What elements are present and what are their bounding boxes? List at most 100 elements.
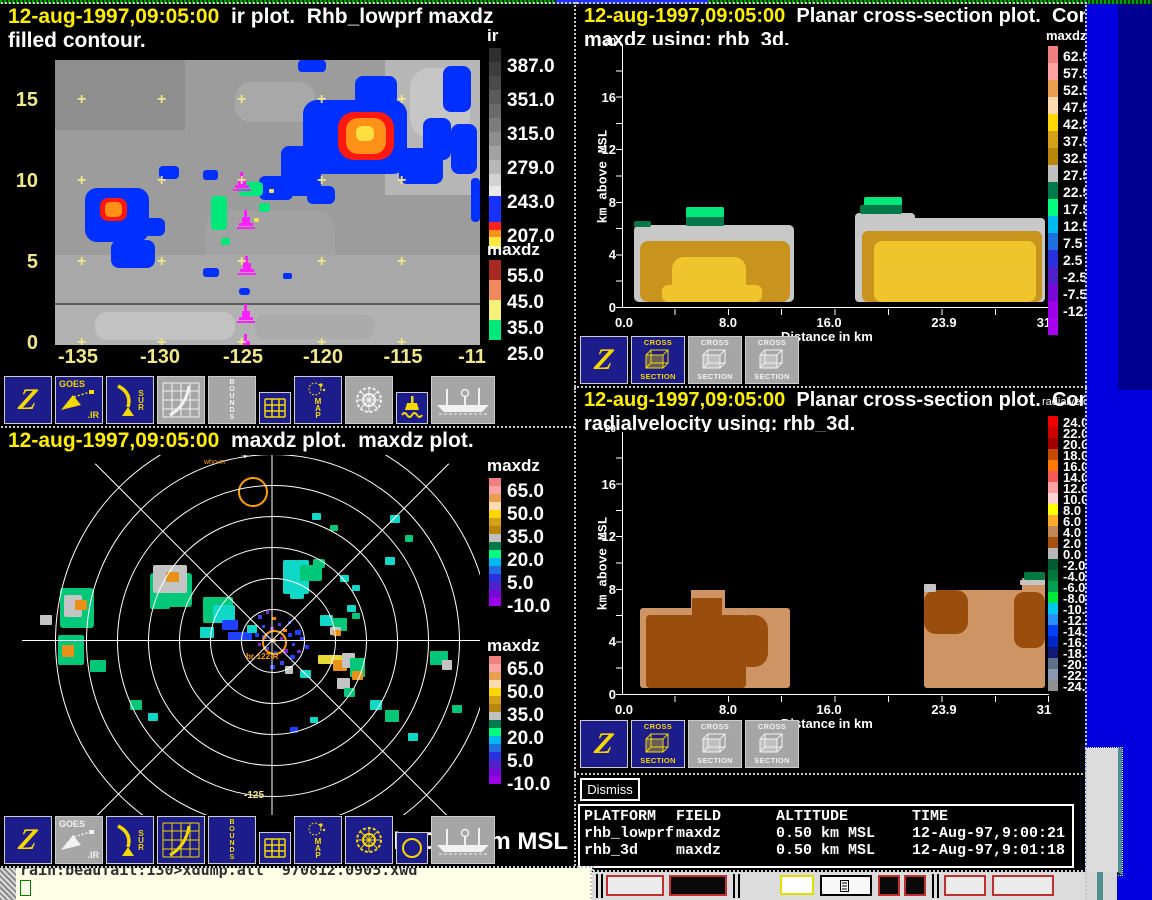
xs1-ytick: 20	[588, 37, 616, 48]
xs1-plot-area[interactable]	[622, 45, 1049, 308]
ir-colorbar-ticks: 387.0351.0315.0279.0243.0207.0	[507, 50, 555, 254]
colorbar-segment	[1048, 504, 1058, 515]
grid-cross-mark: +	[397, 172, 406, 190]
buoy-button[interactable]	[396, 392, 428, 424]
cross-section-button-active[interactable]: CROSS SECTION	[631, 720, 685, 768]
colorbar-segment	[1048, 581, 1058, 592]
help-button[interactable]	[944, 875, 986, 896]
xs2-xtick: 31	[1037, 702, 1051, 717]
grip-handle[interactable]	[596, 874, 603, 898]
colorbar-segment	[1048, 80, 1058, 97]
hrs-button[interactable]	[820, 875, 872, 896]
xs1-y-tickmarks	[616, 45, 622, 309]
ir-satellite-plot-area[interactable]: ++++++++++++++++++++	[55, 60, 480, 345]
cross-section-button-active[interactable]: CROSS SECTION	[631, 336, 685, 384]
bounds-label: BOUNDS	[229, 379, 234, 421]
cross-label: CROSS	[758, 339, 786, 347]
grid-cross-mark: +	[237, 334, 246, 345]
goes-satellite-icon	[59, 830, 99, 850]
colorbar-segment	[489, 680, 501, 688]
grid-overlay-button[interactable]	[259, 392, 291, 424]
colorbar-tick-label: -10.0	[507, 773, 550, 796]
colorbar-segment	[1048, 570, 1058, 581]
colorbar-segment	[489, 704, 501, 712]
goes-ir-button[interactable]: GOES .IR	[55, 816, 103, 864]
status-cell: 12-Aug-97,9:00:21	[912, 825, 1065, 842]
grip-handle[interactable]	[932, 874, 939, 898]
colorbar-segment	[489, 104, 501, 118]
compass-button[interactable]	[345, 816, 393, 864]
circle-tool-button[interactable]	[396, 832, 428, 864]
zebra-logo-button[interactable]: Z	[580, 720, 628, 768]
ir-xtick: -115	[384, 346, 423, 369]
plot-blob	[634, 221, 651, 227]
plot-blob	[105, 202, 122, 217]
xs2-y-axis	[622, 432, 623, 695]
step-forward-button[interactable]	[904, 875, 926, 896]
grid-cross-mark: +	[317, 253, 326, 271]
zebra-logo-button[interactable]: Z	[4, 376, 52, 424]
radar-grid-button[interactable]	[157, 816, 205, 864]
ir-colorbar	[489, 48, 501, 249]
compass-button[interactable]	[345, 376, 393, 424]
radar-grid-button[interactable]	[157, 376, 205, 424]
xs2-ytick: 4	[588, 634, 616, 649]
real-time-button[interactable]	[606, 875, 664, 896]
ir-title: 12-aug-1997,09:05:00 ir plot. Rhb_lowprf…	[8, 5, 493, 29]
section-label: SECTION	[754, 373, 789, 381]
plot-blob	[255, 315, 375, 339]
skip-value-input[interactable]	[780, 875, 814, 895]
zebra-logo-button[interactable]: Z	[580, 336, 628, 384]
colorbar-tick-label: 279.0	[507, 152, 555, 186]
colorbar-tick-label: 351.0	[507, 84, 555, 118]
ship-button[interactable]	[431, 376, 495, 424]
colorbar-segment	[1048, 548, 1058, 559]
cross-section-button-3[interactable]: CROSS SECTION	[745, 336, 799, 384]
cross-section-cube-icon	[757, 348, 787, 372]
plot-blob	[269, 189, 274, 193]
xs2-ytick: 0	[588, 687, 616, 702]
plot-blob	[55, 303, 480, 305]
ship-icon	[435, 825, 491, 855]
cross-section-cube-icon	[643, 348, 673, 372]
control-dismiss-button[interactable]	[992, 875, 1054, 896]
scrollbar-foot-teal	[1097, 872, 1103, 900]
xterm-scrollbar[interactable]	[0, 868, 16, 900]
xs2-plot-area[interactable]	[622, 432, 1049, 695]
cross-section-button-2[interactable]: CROSS SECTION	[688, 336, 742, 384]
zebra-z-glyph: Z	[16, 383, 40, 417]
colorbar-segment	[1048, 669, 1058, 680]
surveillance-radar-button[interactable]: SUR	[106, 376, 154, 424]
bounds-button[interactable]: BOUNDS	[208, 816, 256, 864]
set-time-button[interactable]	[669, 875, 727, 896]
colorbar-tick-label: 243.0	[507, 186, 555, 220]
colorbar-segment	[489, 728, 501, 736]
ship-button[interactable]	[431, 816, 495, 864]
zebra-logo-button[interactable]: Z	[4, 816, 52, 864]
status-dismiss-button[interactable]: Dismiss	[580, 778, 640, 801]
map-button[interactable]: MAP	[294, 376, 342, 424]
grid-overlay-button[interactable]	[259, 832, 291, 864]
xs1-xtick: 0.0	[615, 315, 633, 330]
xterm-window[interactable]: rain:beaufait:130>xdump.all 970812.0905.…	[0, 868, 592, 900]
goes-ir-button[interactable]: GOES .IR	[55, 376, 103, 424]
cross-section-button-2[interactable]: CROSS SECTION	[688, 720, 742, 768]
ppi-radar-plot-area[interactable]: +	[0, 455, 480, 815]
colorbar-segment	[489, 720, 501, 728]
grip-handle[interactable]	[733, 874, 740, 898]
colorbar-segment	[489, 672, 501, 680]
radar-dish-icon	[116, 823, 136, 857]
bounds-button[interactable]: BOUNDS	[208, 376, 256, 424]
map-button[interactable]: MAP	[294, 816, 342, 864]
radar-grid-icon	[162, 382, 200, 418]
colorbar-tick-label: 35.0	[507, 526, 550, 549]
xs1-xtick: 23.9	[931, 315, 956, 330]
surveillance-radar-button[interactable]: SUR	[106, 816, 154, 864]
section-label: SECTION	[754, 757, 789, 765]
step-back-button[interactable]	[878, 875, 900, 896]
scrollbar[interactable]	[1086, 748, 1122, 875]
cross-section-button-3[interactable]: CROSS SECTION	[745, 720, 799, 768]
colorbar-tick-label: 62.5	[1063, 48, 1085, 65]
grid-cross-mark: +	[237, 172, 246, 190]
colorbar-segment	[489, 222, 501, 230]
